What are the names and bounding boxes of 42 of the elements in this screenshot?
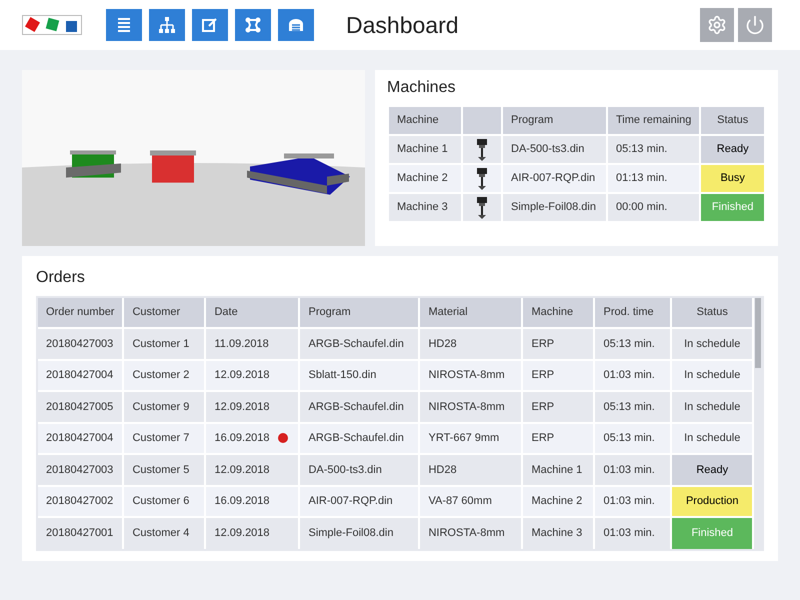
card-title: Machines bbox=[387, 78, 456, 98]
table-cell-text: 12.09.2018 bbox=[214, 400, 270, 414]
spindle-icon bbox=[476, 138, 488, 160]
spindle-icon bbox=[476, 196, 488, 218]
spindle-icon bbox=[476, 168, 488, 190]
settings-button[interactable] bbox=[700, 8, 734, 42]
table-cell-text: 12.09.2018 bbox=[214, 368, 270, 383]
table-cell: Machine 3 bbox=[388, 193, 462, 222]
table-cell-text: 16.09.2018 bbox=[214, 431, 270, 446]
table-cell: Simple-Foil08.din bbox=[299, 517, 420, 548]
table-cell-text: 12.09.2018 bbox=[214, 462, 270, 478]
table-cell: 20180427001 bbox=[38, 517, 124, 548]
settings-icon bbox=[707, 15, 727, 35]
table-cell-text: 11.09.2018 bbox=[214, 336, 269, 352]
card-title: Orders bbox=[36, 268, 86, 288]
status-cell: Production bbox=[671, 486, 753, 517]
status-cell: Busy bbox=[700, 164, 765, 193]
shape-icon bbox=[244, 16, 262, 34]
list-icon bbox=[115, 16, 133, 34]
toolbar-button[interactable] bbox=[235, 9, 271, 41]
table-cell: Customer 4 bbox=[123, 517, 206, 548]
table-cell-text: 16.09.2018 bbox=[214, 494, 270, 509]
toolbar-button[interactable] bbox=[278, 9, 314, 41]
table-cell-text: 12.09.2018 bbox=[214, 526, 270, 541]
status-cell: Finished bbox=[700, 193, 765, 222]
power-button[interactable] bbox=[738, 8, 772, 42]
hangar-icon bbox=[287, 16, 305, 34]
edit-icon bbox=[201, 16, 219, 34]
status-cell: Ready bbox=[671, 454, 753, 486]
table-cell: Simple-Foil08.din bbox=[502, 193, 607, 222]
power-icon bbox=[745, 15, 765, 35]
toolbar-button[interactable] bbox=[106, 9, 142, 41]
table-cell: Machine 3 bbox=[522, 517, 594, 548]
logo bbox=[22, 15, 82, 35]
scrollbar[interactable] bbox=[754, 298, 762, 548]
toolbar-button[interactable] bbox=[149, 9, 185, 41]
hierarchy-icon bbox=[158, 16, 176, 34]
table-cell: NIROSTA-8mm bbox=[419, 517, 522, 548]
toolbar-button[interactable] bbox=[192, 9, 228, 41]
status-cell: Ready bbox=[700, 135, 765, 164]
page-title: Dashboard bbox=[346, 10, 459, 40]
status-cell: Finished bbox=[671, 517, 753, 548]
